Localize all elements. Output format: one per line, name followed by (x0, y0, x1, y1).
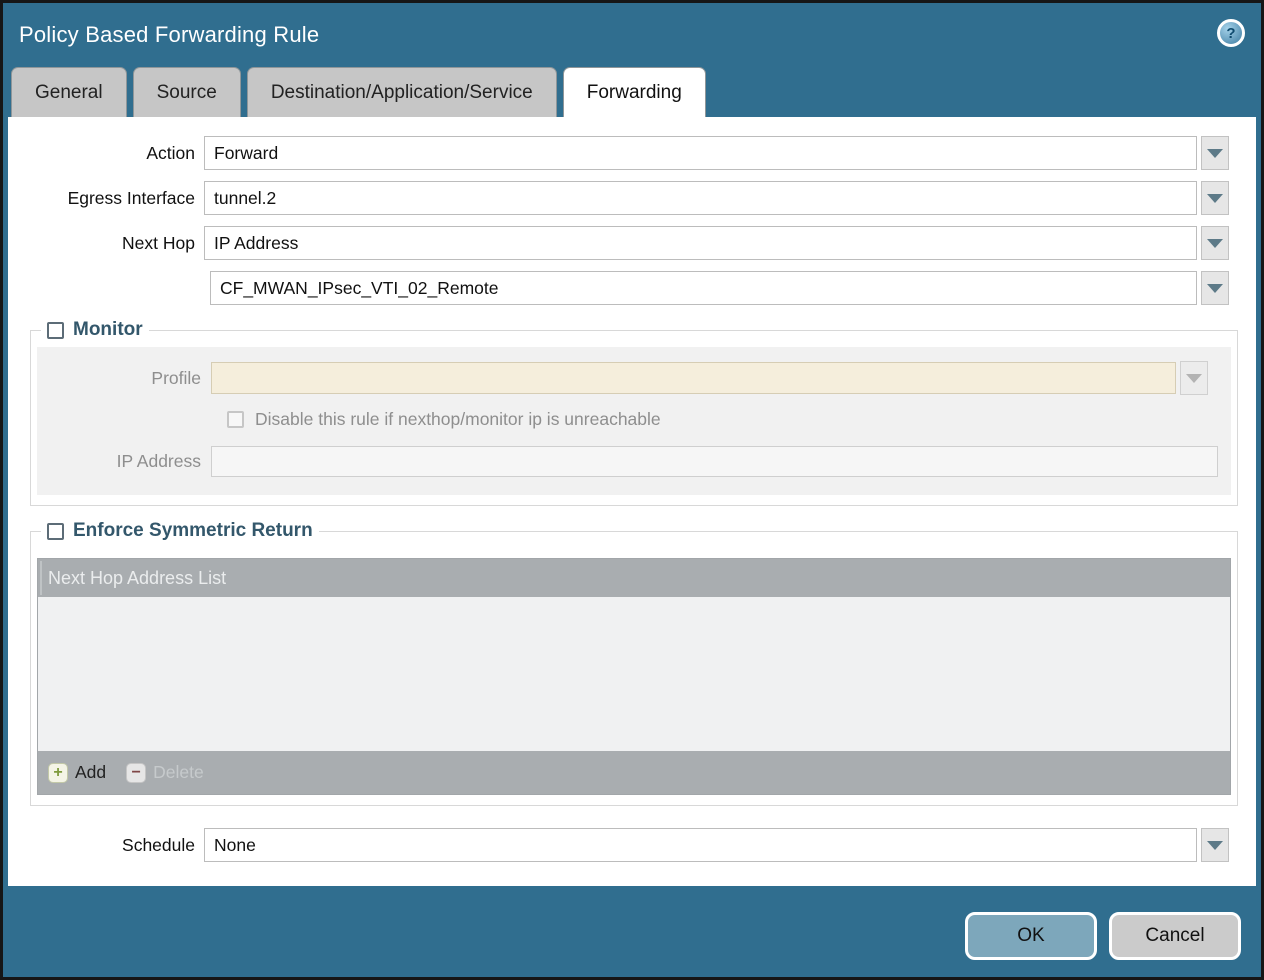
chevron-down-icon (1207, 194, 1223, 203)
cancel-button[interactable]: Cancel (1109, 912, 1241, 960)
monitor-checkbox[interactable] (47, 322, 64, 339)
enforce-symmetric-return-checkbox[interactable] (47, 523, 64, 540)
next-hop-address-list-table: Next Hop Address List + Add − Delete (37, 558, 1231, 795)
minus-icon: − (126, 763, 146, 783)
disable-rule-checkbox (227, 411, 244, 428)
add-button[interactable]: + Add (48, 762, 106, 783)
profile-dropdown-button (1180, 361, 1208, 395)
profile-select (211, 362, 1176, 394)
next-hop-address-select[interactable]: CF_MWAN_IPsec_VTI_02_Remote (210, 271, 1197, 305)
egress-interface-label: Egress Interface (8, 188, 204, 209)
enforce-symmetric-return-section: Enforce Symmetric Return Next Hop Addres… (30, 520, 1238, 806)
next-hop-type-select[interactable]: IP Address (204, 226, 1197, 260)
chevron-down-icon (1207, 239, 1223, 248)
action-label: Action (8, 143, 204, 164)
next-hop-address-row: CF_MWAN_IPsec_VTI_02_Remote (8, 271, 1256, 305)
monitor-legend: Monitor (41, 319, 149, 341)
help-icon[interactable]: ? (1217, 19, 1245, 47)
chevron-down-icon (1207, 284, 1223, 293)
dialog-footer: OK Cancel (3, 886, 1261, 974)
schedule-dropdown-button[interactable] (1201, 828, 1229, 862)
profile-row: Profile (37, 361, 1223, 395)
next-hop-address-list-body[interactable] (38, 597, 1230, 749)
egress-interface-row: Egress Interface tunnel.2 (8, 181, 1256, 215)
chevron-down-icon (1207, 149, 1223, 158)
monitor-ip-address-input (211, 446, 1218, 477)
delete-button: − Delete (126, 762, 204, 783)
delete-button-label: Delete (153, 762, 204, 783)
enforce-symmetric-return-legend-label: Enforce Symmetric Return (73, 520, 313, 542)
monitor-ip-address-row: IP Address (37, 446, 1223, 477)
action-row: Action Forward (8, 136, 1256, 170)
tab-source[interactable]: Source (133, 67, 241, 117)
dialog-titlebar: Policy Based Forwarding Rule ? (3, 3, 1261, 67)
plus-icon: + (48, 763, 68, 783)
tab-general[interactable]: General (11, 67, 127, 117)
disable-rule-row: Disable this rule if nexthop/monitor ip … (227, 409, 1223, 430)
next-hop-address-list-toolbar: + Add − Delete (38, 751, 1230, 794)
enforce-symmetric-return-legend: Enforce Symmetric Return (41, 520, 319, 542)
next-hop-type-dropdown-button[interactable] (1201, 226, 1229, 260)
monitor-panel: Profile Disable this rule if nexthop/mon… (37, 347, 1231, 495)
egress-interface-dropdown-button[interactable] (1201, 181, 1229, 215)
action-dropdown-button[interactable] (1201, 136, 1229, 170)
profile-label: Profile (37, 368, 211, 389)
monitor-section: Monitor Profile Disable this rule if nex… (30, 319, 1238, 506)
policy-based-forwarding-rule-dialog: Policy Based Forwarding Rule ? General S… (0, 0, 1264, 980)
ok-button[interactable]: OK (965, 912, 1097, 960)
chevron-down-icon (1207, 841, 1223, 850)
schedule-label: Schedule (8, 835, 204, 856)
tab-forwarding[interactable]: Forwarding (563, 67, 706, 117)
dialog-title: Policy Based Forwarding Rule (19, 22, 319, 48)
next-hop-address-list-header[interactable]: Next Hop Address List (38, 559, 1230, 597)
tab-destination-application-service[interactable]: Destination/Application/Service (247, 67, 557, 117)
tab-bar: General Source Destination/Application/S… (3, 67, 1261, 117)
next-hop-address-dropdown-button[interactable] (1201, 271, 1229, 305)
next-hop-label: Next Hop (8, 233, 204, 254)
chevron-down-icon (1186, 374, 1202, 383)
egress-interface-select[interactable]: tunnel.2 (204, 181, 1197, 215)
forwarding-tab-panel: Action Forward Egress Interface tunnel.2… (8, 117, 1256, 886)
monitor-ip-address-label: IP Address (37, 451, 211, 472)
schedule-select[interactable]: None (204, 828, 1197, 862)
action-select[interactable]: Forward (204, 136, 1197, 170)
schedule-row: Schedule None (8, 828, 1256, 862)
monitor-legend-label: Monitor (73, 319, 143, 341)
add-button-label: Add (75, 762, 106, 783)
disable-rule-label: Disable this rule if nexthop/monitor ip … (255, 409, 661, 430)
next-hop-row: Next Hop IP Address (8, 226, 1256, 260)
